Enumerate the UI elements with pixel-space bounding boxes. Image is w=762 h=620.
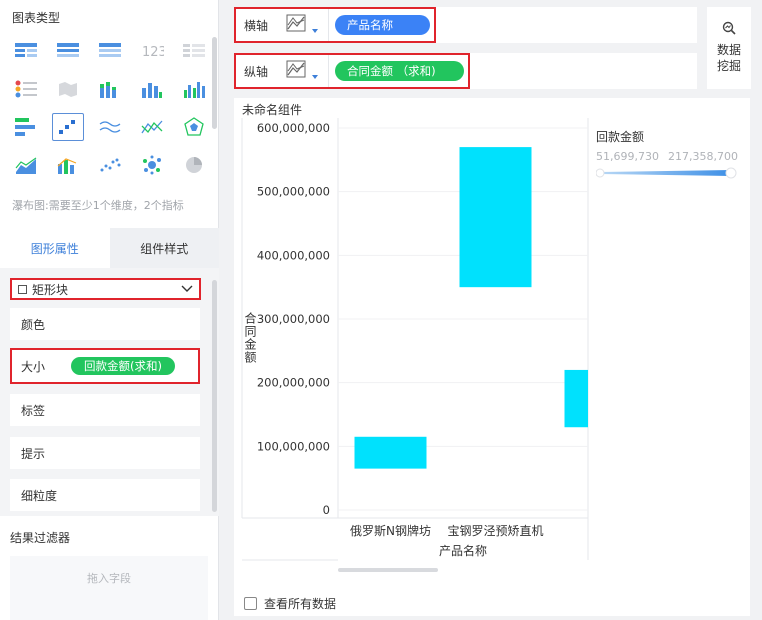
area-chart-icon[interactable] [10, 151, 42, 179]
cross-table-icon[interactable] [52, 37, 84, 65]
legend-min-value: 51,699,730 [596, 150, 659, 163]
stacked-column-icon[interactable] [94, 75, 126, 103]
x-tick-label: 宝钢罗泾预矫直机 [447, 523, 543, 538]
tab-component-style[interactable]: 组件样式 [109, 228, 219, 268]
waterfall-bar[interactable] [354, 436, 427, 469]
table-icon[interactable] [10, 37, 42, 65]
multi-column-icon[interactable] [178, 75, 210, 103]
chart-card: 未命名组件 0 100,000,000 200,000,000 300,000,000… [234, 98, 750, 616]
x-axis-highlight [234, 7, 436, 43]
waterfall-bar[interactable] [459, 147, 532, 288]
number-card-icon[interactable]: 123 [136, 37, 168, 65]
y-tick-label: 500,000,000 [257, 185, 330, 199]
x-tick-label: 宣钢 [588, 523, 612, 538]
label-label: 标签 [21, 403, 46, 418]
chart-types-title: 图表类型 [12, 11, 61, 25]
filter-drop-zone[interactable]: 拖入字段 [10, 556, 208, 620]
data-mining-label-1: 数据 [716, 43, 741, 57]
chart-horizontal-scrollbar[interactable] [338, 568, 438, 572]
y-tick-label: 400,000,000 [257, 248, 330, 262]
left-panel: 图表类型 123 瀑布图:需要至少1个维度，2个指标 图形属性 组件样式 矩形块… [0, 0, 219, 620]
legend-size-scale[interactable] [596, 165, 738, 181]
pie-chart-icon[interactable] [178, 151, 210, 179]
multi-line-icon[interactable] [136, 113, 168, 141]
scatter-chart-icon[interactable] [94, 151, 126, 179]
bars [354, 147, 589, 469]
y-axis-highlight [234, 53, 470, 89]
y-tick-label: 0 [323, 503, 330, 517]
tab-graphic-properties[interactable]: 图形属性 [0, 228, 110, 268]
radar-chart-icon[interactable] [178, 113, 210, 141]
y-tick-label: 100,000,000 [257, 439, 330, 453]
legend-list-icon[interactable] [10, 75, 42, 103]
bubble-chart-icon[interactable] [136, 151, 168, 179]
size-property[interactable]: 大小 回款金额(求和) [10, 348, 200, 384]
legend-min-handle[interactable] [596, 168, 605, 178]
x-axis-title: 产品名称 [439, 543, 487, 558]
legend-max-value: 217,358,700 [668, 150, 738, 163]
chart-hint: 瀑布图:需要至少1个维度，2个指标 [12, 199, 184, 212]
y-tick-label: 600,000,000 [257, 121, 330, 135]
map-icon[interactable] [52, 75, 84, 103]
y-tick-label: 200,000,000 [257, 376, 330, 390]
waterfall-bar[interactable] [564, 369, 589, 428]
data-mining-button[interactable]: 数据 挖掘 [707, 7, 751, 89]
granularity-property[interactable]: 细粒度 [10, 479, 200, 511]
mark-type-dropdown[interactable]: 矩形块 [10, 278, 201, 300]
x-tick-labels: 俄罗斯N钢牌坊 宝钢罗泾预矫直机 宣钢 [350, 523, 612, 538]
tooltip-label: 提示 [21, 446, 46, 461]
chevron-down-icon [181, 283, 193, 297]
tooltip-property[interactable]: 提示 [10, 437, 200, 469]
line-chart-icon[interactable] [94, 113, 126, 141]
legend-max-handle[interactable] [725, 167, 737, 179]
data-mining-label-2: 挖掘 [716, 59, 741, 73]
x-tick-label: 俄罗斯N钢牌坊 [350, 523, 431, 538]
drag-field-hint: 拖入字段 [87, 572, 131, 585]
granularity-label: 细粒度 [21, 488, 58, 503]
y-tick-labels: 0 100,000,000 200,000,000 300,000,000 400,00… [257, 121, 330, 517]
bar-chart-icon[interactable] [10, 113, 42, 141]
view-all-checkbox[interactable] [244, 597, 257, 610]
combo-chart-icon[interactable] [52, 151, 84, 179]
color-property[interactable]: 颜色 [10, 308, 200, 340]
y-tick-label: 300,000,000 [257, 312, 330, 326]
mark-type-label: 矩形块 [32, 282, 69, 297]
properties-scrollbar[interactable] [212, 280, 217, 512]
label-property[interactable]: 标签 [10, 394, 200, 426]
kpi-table-icon[interactable] [178, 37, 210, 65]
view-all-label: 查看所有数据 [264, 597, 337, 611]
color-label: 颜色 [21, 317, 46, 332]
chart-types-scrollbar[interactable] [212, 37, 217, 129]
result-filter-title: 结果过滤器 [10, 531, 71, 545]
y-axis-title: 合同金额 [243, 311, 257, 364]
legend-gradient-bar [600, 170, 731, 176]
view-all-data[interactable]: 查看所有数据 [244, 595, 336, 612]
data-mining-icon [722, 21, 736, 39]
column-chart-icon[interactable] [136, 75, 168, 103]
size-label: 大小 [21, 359, 46, 374]
size-field-pill[interactable]: 回款金额(求和) [71, 357, 175, 375]
waterfall-chart-icon[interactable] [52, 113, 84, 141]
property-tabs: 图形属性 组件样式 [0, 228, 219, 268]
legend-title: 回款金额 [596, 130, 645, 144]
svg-text:123: 123 [142, 45, 164, 59]
detail-table-icon[interactable] [94, 37, 126, 65]
rectangle-icon [18, 284, 27, 294]
